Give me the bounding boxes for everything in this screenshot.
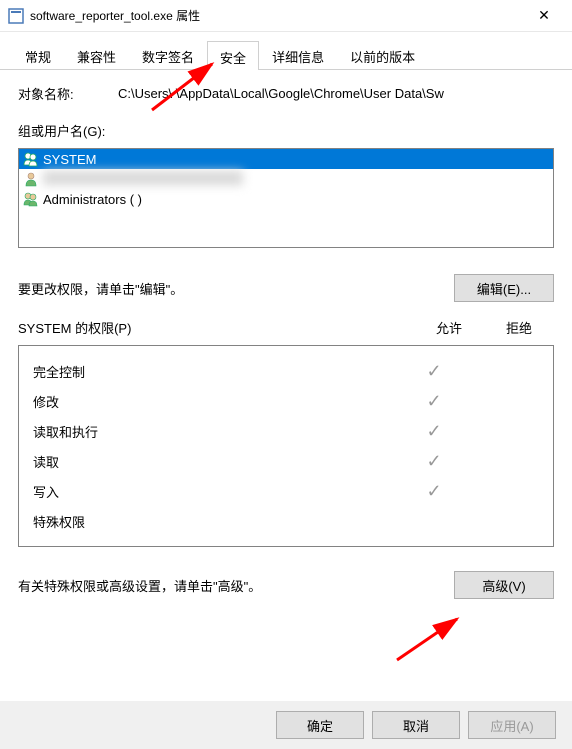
user-icon bbox=[23, 191, 39, 207]
list-item-label: SYSTEM bbox=[43, 152, 96, 167]
tab-strip: 常规 兼容性 数字签名 安全 详细信息 以前的版本 bbox=[0, 32, 572, 70]
permissions-box: 完全控制 ✓ 修改 ✓ 读取和执行 ✓ 读取 ✓ 写入 ✓ 特殊权限 bbox=[18, 345, 554, 547]
ok-button[interactable]: 确定 bbox=[276, 711, 364, 739]
object-name-label: 对象名称: bbox=[18, 84, 118, 103]
perm-row: 写入 ✓ bbox=[21, 476, 551, 506]
perm-name: 完全控制 bbox=[33, 362, 399, 381]
perm-name: 写入 bbox=[33, 482, 399, 501]
check-allow: ✓ bbox=[399, 421, 469, 442]
perm-row: 特殊权限 bbox=[21, 506, 551, 536]
check-allow: ✓ bbox=[399, 481, 469, 502]
tab-general[interactable]: 常规 bbox=[12, 40, 64, 69]
close-icon[interactable]: ✕ bbox=[524, 0, 564, 32]
tab-compatibility[interactable]: 兼容性 bbox=[64, 40, 129, 69]
perm-row: 修改 ✓ bbox=[21, 386, 551, 416]
content-area: 对象名称: C:\Users\ \AppData\Local\Google\Ch… bbox=[0, 70, 572, 613]
object-path: C:\Users\ \AppData\Local\Google\Chrome\U… bbox=[118, 86, 554, 101]
tab-previous[interactable]: 以前的版本 bbox=[337, 40, 428, 69]
user-icon bbox=[23, 171, 39, 187]
perm-row: 读取 ✓ bbox=[21, 446, 551, 476]
apply-button[interactable]: 应用(A) bbox=[468, 711, 556, 739]
footer: 确定 取消 应用(A) bbox=[0, 701, 572, 749]
perm-row: 读取和执行 ✓ bbox=[21, 416, 551, 446]
users-listbox[interactable]: SYSTEM Administrators ( ) bbox=[18, 148, 554, 248]
perm-title: SYSTEM 的权限(P) bbox=[18, 318, 414, 337]
perm-allow-header: 允许 bbox=[414, 318, 484, 337]
edit-hint: 要更改权限，请单击"编辑"。 bbox=[18, 279, 183, 298]
tab-details[interactable]: 详细信息 bbox=[259, 40, 337, 69]
titlebar: software_reporter_tool.exe 属性 ✕ bbox=[0, 0, 572, 32]
perm-name: 读取 bbox=[33, 452, 399, 471]
perm-name: 特殊权限 bbox=[33, 512, 399, 531]
tab-security[interactable]: 安全 bbox=[207, 41, 259, 70]
titlebar-text: software_reporter_tool.exe 属性 bbox=[30, 7, 524, 24]
edit-button[interactable]: 编辑(E)... bbox=[454, 274, 554, 302]
list-item-label: Administrators ( ) bbox=[43, 192, 142, 207]
perm-deny-header: 拒绝 bbox=[484, 318, 554, 337]
perm-name: 修改 bbox=[33, 392, 399, 411]
tab-signature[interactable]: 数字签名 bbox=[129, 40, 207, 69]
advanced-button[interactable]: 高级(V) bbox=[454, 571, 554, 599]
check-allow: ✓ bbox=[399, 391, 469, 412]
list-item[interactable] bbox=[19, 169, 553, 189]
cancel-button[interactable]: 取消 bbox=[372, 711, 460, 739]
perm-row: 完全控制 ✓ bbox=[21, 356, 551, 386]
list-item-label bbox=[43, 171, 243, 188]
user-icon bbox=[23, 151, 39, 167]
check-allow: ✓ bbox=[399, 451, 469, 472]
advanced-hint: 有关特殊权限或高级设置，请单击"高级"。 bbox=[18, 576, 261, 595]
annotation-arrow-2 bbox=[392, 615, 472, 668]
check-allow: ✓ bbox=[399, 361, 469, 382]
app-icon bbox=[8, 8, 24, 24]
list-item[interactable]: Administrators ( ) bbox=[19, 189, 553, 209]
perm-name: 读取和执行 bbox=[33, 422, 399, 441]
groups-label: 组或用户名(G): bbox=[18, 121, 554, 140]
list-item[interactable]: SYSTEM bbox=[19, 149, 553, 169]
